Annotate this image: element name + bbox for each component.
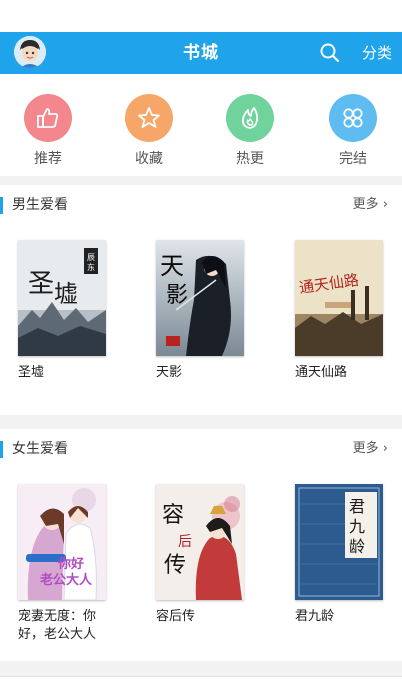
book-title: 君九龄	[295, 609, 335, 624]
section-title: 女生爱看	[12, 441, 68, 457]
svg-text:君: 君	[349, 497, 365, 516]
book-cover: 容 后 传	[156, 484, 244, 600]
svg-text:容: 容	[162, 503, 184, 528]
book-item[interactable]: 你好 老公大人 宠妻无度：你好，老公大人	[18, 484, 128, 644]
more-label: 更多	[352, 441, 379, 456]
chevron-right-icon: ›	[378, 441, 388, 456]
book-item[interactable]: 通天仙路 通天仙路	[295, 240, 402, 382]
section-header: 女生爱看 更多 ›	[0, 429, 402, 469]
book-title: 天影	[156, 365, 183, 380]
book-item[interactable]: 容 后 传 容后传	[156, 484, 266, 626]
book-title: 宠妻无度：你好，老公大人	[18, 609, 97, 642]
svg-text:影: 影	[166, 283, 188, 308]
book-cover: 君 九 龄	[295, 484, 383, 600]
flame-icon	[226, 94, 274, 142]
thumbs-up-icon	[24, 94, 72, 142]
more-label: 更多	[352, 197, 379, 212]
status-bar	[0, 0, 402, 32]
section-male-favorites: 男生爱看 更多 › 圣 墟 辰 东 圣墟 天 影 天影 通天仙路 通天仙路	[0, 185, 402, 415]
svg-text:后: 后	[178, 534, 192, 550]
quick-item-recommend[interactable]: 推荐	[18, 94, 78, 174]
book-item[interactable]: 圣 墟 辰 东 圣墟	[18, 240, 128, 382]
svg-text:天: 天	[160, 252, 184, 280]
svg-text:墟: 墟	[54, 280, 78, 308]
svg-text:传: 传	[164, 553, 186, 578]
grid-icon	[329, 94, 377, 142]
quick-item-label: 完结	[339, 151, 367, 167]
book-item[interactable]: 君 九 龄 君九龄	[295, 484, 402, 626]
section-title: 男生爱看	[12, 197, 68, 213]
book-cover: 天 影	[156, 240, 244, 356]
book-cover: 圣 墟 辰 东	[18, 240, 106, 356]
book-title: 圣墟	[18, 365, 45, 380]
svg-text:东: 东	[87, 262, 95, 272]
book-title: 通天仙路	[295, 365, 348, 380]
quick-menu: 推荐 收藏 热更 完结	[0, 74, 402, 176]
svg-text:圣: 圣	[28, 269, 54, 299]
search-icon[interactable]	[318, 41, 342, 65]
section-accent-bar	[0, 197, 3, 214]
svg-text:龄: 龄	[349, 537, 365, 556]
more-button[interactable]: 更多 ›	[353, 429, 388, 469]
category-button[interactable]: 分类	[362, 32, 392, 74]
section-female-favorites: 女生爱看 更多 › 你好 老公大人 宠妻无度：你好，老公大人 容 后 传 容后传…	[0, 429, 402, 661]
book-cover: 通天仙路	[295, 240, 383, 356]
svg-text:老公大人: 老公大人	[39, 572, 93, 588]
top-app-bar: 书城 分类	[0, 32, 402, 74]
chevron-right-icon: ›	[378, 197, 388, 212]
quick-item-label: 收藏	[135, 151, 163, 167]
quick-item-favorites[interactable]: 收藏	[119, 94, 179, 174]
quick-item-label: 推荐	[34, 151, 62, 167]
book-item[interactable]: 天 影 天影	[156, 240, 266, 382]
quick-item-completed[interactable]: 完结	[323, 94, 383, 174]
bottom-navigation-bar	[0, 676, 402, 690]
quick-item-label: 热更	[236, 151, 264, 167]
book-title: 容后传	[156, 609, 196, 624]
svg-text:辰: 辰	[87, 253, 95, 262]
svg-text:你好: 你好	[57, 556, 84, 572]
svg-text:九: 九	[349, 517, 365, 536]
section-header: 男生爱看 更多 ›	[0, 185, 402, 225]
book-cover: 你好 老公大人	[18, 484, 106, 600]
more-button[interactable]: 更多 ›	[353, 185, 388, 225]
section-accent-bar	[0, 441, 3, 458]
star-icon	[125, 94, 173, 142]
quick-item-hot-updates[interactable]: 热更	[220, 94, 280, 174]
